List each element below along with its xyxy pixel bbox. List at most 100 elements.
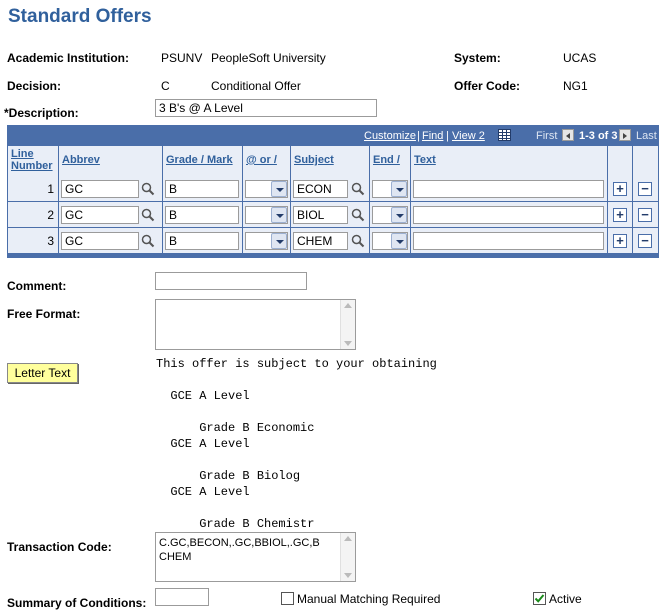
description-label: *Description:	[4, 106, 79, 120]
comment-field[interactable]	[155, 272, 307, 290]
column-header-at-or[interactable]: @ or /	[243, 146, 291, 176]
lookup-icon[interactable]	[141, 234, 155, 248]
transaction-code-line: C.GC,BECON,.GC,BBIOL,.GC,B	[159, 537, 320, 549]
summary-label: Summary of Conditions:	[7, 596, 147, 610]
lookup-icon[interactable]	[351, 182, 365, 196]
delete-row-icon[interactable]: −	[638, 234, 652, 248]
next-arrow-icon[interactable]	[619, 129, 631, 141]
table-row: 3 GC B CHEM + −	[8, 228, 658, 254]
abbrev-input[interactable]: GC	[61, 232, 139, 250]
customize-link[interactable]: Customize	[364, 130, 416, 142]
view-all-link[interactable]: View 2	[452, 130, 485, 142]
nav-separator: |	[446, 130, 449, 142]
at-or-header-text: @ or /	[246, 154, 277, 166]
column-header-subject[interactable]: Subject	[291, 146, 370, 176]
free-format-label: Free Format:	[7, 307, 81, 321]
line-number: 2	[47, 208, 54, 222]
letter-text-line: Grade B Economic	[156, 421, 315, 435]
add-row-icon[interactable]: +	[613, 208, 627, 222]
transaction-code-line: CHEM	[159, 551, 192, 563]
dropdown-arrow-icon[interactable]	[271, 207, 287, 223]
row-range: 1-3 of 3	[579, 130, 618, 142]
lookup-icon[interactable]	[141, 182, 155, 196]
decision-label: Decision:	[7, 79, 62, 93]
subject-input[interactable]: BIOL	[293, 206, 348, 224]
grid-download-icon[interactable]	[498, 129, 511, 141]
decision-name: Conditional Offer	[211, 79, 301, 93]
column-header-grade[interactable]: Grade / Mark	[163, 146, 243, 176]
column-header-line-number[interactable]: Line Number	[8, 146, 59, 176]
dropdown-arrow-icon[interactable]	[391, 181, 407, 197]
subject-input[interactable]: CHEM	[293, 232, 348, 250]
system-value: UCAS	[563, 51, 597, 65]
conditions-grid: Customize | Find | View 2 First 1-3 of 3…	[7, 125, 659, 258]
transaction-code-label: Transaction Code:	[7, 540, 112, 554]
find-link[interactable]: Find	[422, 130, 443, 142]
column-header-end[interactable]: End /	[370, 146, 411, 176]
free-format-textarea[interactable]	[155, 299, 356, 350]
institution-name: PeopleSoft University	[211, 51, 326, 65]
offer-code-label: Offer Code:	[454, 79, 520, 93]
decision-code: C	[161, 79, 170, 93]
dropdown-arrow-icon[interactable]	[271, 181, 287, 197]
dropdown-arrow-icon[interactable]	[391, 233, 407, 249]
checkmark-icon	[534, 594, 545, 603]
comment-label: Comment:	[7, 279, 67, 293]
last-label: Last	[636, 130, 657, 142]
delete-row-icon[interactable]: −	[638, 208, 652, 222]
abbrev-input[interactable]: GC	[61, 206, 139, 224]
grade-header-text: Grade / Mark	[166, 154, 233, 166]
text-input[interactable]	[413, 232, 604, 250]
lookup-icon[interactable]	[351, 208, 365, 222]
grid-navigation-bar: Customize | Find | View 2 First 1-3 of 3…	[8, 126, 658, 146]
grade-input[interactable]: B	[165, 180, 239, 198]
previous-arrow-icon[interactable]	[562, 129, 574, 141]
delete-row-icon[interactable]: −	[638, 182, 652, 196]
table-row: 1 GC B ECON + −	[8, 176, 658, 202]
text-input[interactable]	[413, 180, 604, 198]
column-header-text[interactable]: Text	[411, 146, 608, 176]
letter-text-line: GCE A Level	[156, 485, 250, 499]
column-header-delete	[633, 146, 658, 176]
column-header-abbrev[interactable]: Abbrev	[59, 146, 163, 176]
institution-label: Academic Institution:	[7, 51, 130, 65]
active-label: Active	[549, 592, 582, 606]
subject-header-text: Subject	[294, 154, 334, 166]
system-label: System:	[454, 51, 501, 65]
summary-field[interactable]	[155, 588, 209, 606]
lookup-icon[interactable]	[351, 234, 365, 248]
text-input[interactable]	[413, 206, 604, 224]
letter-text-line: This offer is subject to your obtaining	[156, 357, 437, 371]
add-row-icon[interactable]: +	[613, 182, 627, 196]
grade-input[interactable]: B	[165, 206, 239, 224]
page-title: Standard Offers	[8, 6, 152, 27]
line-number: 3	[47, 234, 54, 248]
manual-matching-checkbox[interactable]	[281, 592, 294, 605]
letter-text-line: GCE A Level	[156, 437, 250, 451]
abbrev-header-text: Abbrev	[62, 154, 100, 166]
lookup-icon[interactable]	[141, 208, 155, 222]
add-row-icon[interactable]: +	[613, 234, 627, 248]
scrollbar[interactable]	[340, 300, 355, 349]
end-header-text: End /	[373, 154, 400, 166]
description-field[interactable]: 3 B's @ A Level	[155, 99, 377, 117]
dropdown-arrow-icon[interactable]	[391, 207, 407, 223]
institution-code: PSUNV	[161, 51, 203, 65]
scrollbar[interactable]	[340, 533, 355, 581]
dropdown-arrow-icon[interactable]	[271, 233, 287, 249]
abbrev-input[interactable]: GC	[61, 180, 139, 198]
active-checkbox[interactable]	[533, 592, 546, 605]
manual-matching-label: Manual Matching Required	[297, 592, 441, 606]
grade-input[interactable]: B	[165, 232, 239, 250]
letter-text-line: Grade B Chemistr	[156, 517, 315, 531]
first-label: First	[536, 130, 558, 142]
line-header-text-2: Number	[11, 160, 53, 172]
table-row: 2 GC B BIOL + −	[8, 202, 658, 228]
subject-input[interactable]: ECON	[293, 180, 348, 198]
line-header-text-1: Line	[11, 148, 34, 160]
letter-text-button[interactable]: Letter Text	[7, 363, 78, 383]
transaction-code-textarea[interactable]: C.GC,BECON,.GC,BBIOL,.GC,B CHEM	[155, 532, 356, 582]
text-header-text: Text	[414, 154, 436, 166]
nav-separator: |	[417, 130, 420, 142]
letter-text-line: GCE A Level	[156, 389, 250, 403]
